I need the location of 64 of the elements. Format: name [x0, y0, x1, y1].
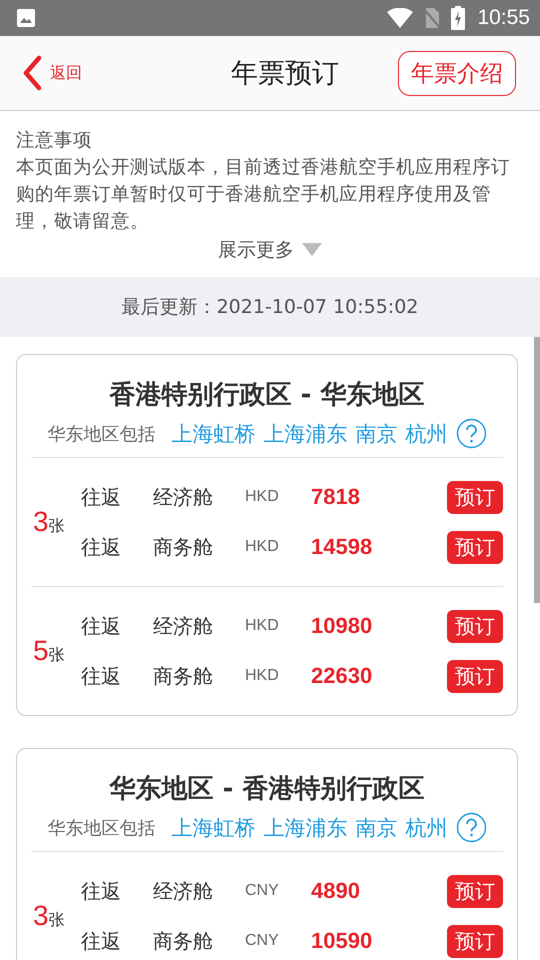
city-link[interactable]: 上海虹桥 — [172, 814, 256, 842]
cabin-class: 商务舱 — [153, 662, 214, 690]
trip-type: 往返 — [81, 484, 122, 510]
page-title: 年票预订 — [230, 57, 340, 91]
book-button[interactable]: 预订 — [447, 610, 503, 642]
show-more-button[interactable]: 展示更多 — [218, 237, 322, 263]
back-button[interactable]: 返回 — [22, 55, 172, 91]
chevron-left-icon — [22, 55, 42, 91]
city-link[interactable]: 南京 — [356, 814, 398, 842]
currency: HKD — [245, 617, 280, 635]
help-icon[interactable] — [456, 812, 486, 843]
cabin-class: 商务舱 — [153, 928, 214, 954]
cabin-class: 经济舱 — [153, 484, 214, 510]
caret-down-icon — [302, 243, 322, 257]
fare-price: 10980 — [311, 613, 374, 639]
city-link[interactable]: 上海虹桥 — [172, 420, 256, 448]
city-link[interactable]: 上海浦东 — [264, 420, 348, 448]
ticket-unit: 张 — [48, 516, 65, 537]
trip-type: 往返 — [81, 928, 122, 954]
image-icon — [16, 8, 36, 28]
city-link[interactable]: 上海浦东 — [264, 814, 348, 842]
notice-text: 本页面为公开测试版本，目前透过香港航空手机应用程序订购的年票订单暂时仅可于香港航空手机应用程序使用及管理，敬请留意。 — [16, 156, 511, 234]
route-title: 华东地区 - 香港特别行政区 — [108, 773, 426, 806]
battery-icon — [451, 6, 466, 30]
last-updated-text: 最后更新：2021-10-07 10:55:02 — [0, 277, 540, 337]
fare-price: 7818 — [311, 484, 361, 510]
status-time: 10:55 — [477, 6, 530, 30]
book-button[interactable]: 预订 — [447, 660, 503, 692]
ticket-unit: 张 — [48, 645, 65, 666]
route-title: 香港特别行政区 - 华东地区 — [108, 379, 426, 412]
trip-type: 往返 — [81, 878, 122, 904]
currency: CNY — [245, 882, 280, 900]
trip-type: 往返 — [81, 534, 122, 560]
ticket-unit: 张 — [48, 910, 65, 931]
book-button[interactable]: 预订 — [447, 874, 503, 908]
city-link[interactable]: 杭州 — [406, 420, 448, 448]
help-icon[interactable] — [456, 418, 486, 449]
trip-type: 往返 — [81, 612, 122, 640]
city-link[interactable]: 杭州 — [406, 814, 448, 842]
includes-label: 华东地区包括 — [48, 422, 156, 446]
cabin-class: 经济舱 — [153, 612, 214, 640]
fare-price: 22630 — [311, 663, 374, 689]
cabin-class: 经济舱 — [153, 878, 214, 904]
ticket-count: 3 — [33, 900, 49, 932]
fare-price: 4890 — [311, 878, 361, 904]
city-link[interactable]: 南京 — [356, 420, 398, 448]
intro-button[interactable]: 年票介绍 — [398, 50, 516, 96]
fare-price: 14598 — [311, 534, 374, 560]
cabin-class: 商务舱 — [153, 534, 214, 560]
currency: CNY — [245, 932, 280, 950]
no-sim-icon — [423, 7, 442, 29]
notice-title: 注意事项 — [16, 129, 93, 153]
currency: HKD — [245, 488, 280, 506]
currency: HKD — [245, 667, 280, 685]
book-button[interactable]: 预订 — [447, 924, 503, 958]
wifi-icon — [387, 8, 414, 28]
ticket-count: 5 — [33, 635, 49, 667]
currency: HKD — [245, 538, 280, 556]
ticket-count: 3 — [33, 506, 49, 538]
book-button[interactable]: 预订 — [447, 530, 503, 564]
book-button[interactable]: 预订 — [447, 480, 503, 514]
includes-label: 华东地区包括 — [48, 816, 156, 840]
fare-price: 10590 — [311, 928, 374, 954]
trip-type: 往返 — [81, 662, 122, 690]
